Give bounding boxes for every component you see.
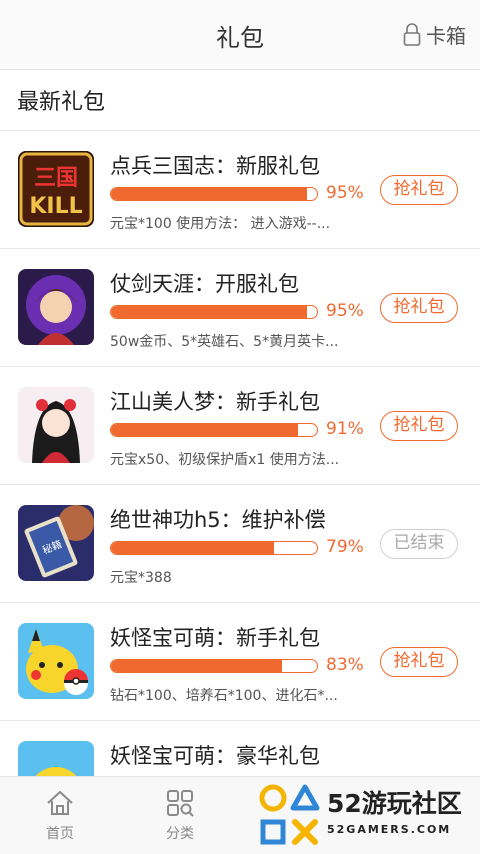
- progress-percent: 95%: [326, 183, 364, 203]
- gift-title: 妖怪宝可萌：新手礼包: [110, 626, 320, 650]
- progress-fill: [111, 188, 307, 200]
- progress-bar: [110, 423, 318, 437]
- progress-percent: 91%: [326, 419, 364, 439]
- watermark-subtext: 52GAMERS.COM: [327, 823, 452, 836]
- card-box-label: 卡箱: [426, 24, 466, 48]
- progress-fill: [111, 424, 299, 436]
- gift-description: 元宝x50、初级保护盾x1 使用方法...: [110, 452, 340, 468]
- progress-fill: [111, 660, 282, 672]
- svg-text:三国: 三国: [34, 166, 78, 191]
- category-icon: [167, 790, 194, 817]
- watermark-symbols-icon: [259, 784, 320, 845]
- gift-list-item[interactable]: 秘籍 绝世神功h5：维护补偿 79% 元宝*388 已结束: [0, 485, 480, 603]
- game-thumbnail: [18, 623, 94, 699]
- gift-list-item[interactable]: 妖怪宝可萌：新手礼包 83% 钻石*100、培养石*100、进化石*... 抢礼…: [0, 603, 480, 721]
- gift-description: 元宝*388: [110, 570, 172, 586]
- progress-bar: [110, 659, 318, 673]
- progress-percent: 83%: [326, 655, 364, 675]
- gift-title: 江山美人梦：新手礼包: [110, 390, 320, 414]
- progress-bar: [110, 187, 318, 201]
- game-thumbnail: 三国 KILL: [18, 151, 94, 227]
- grab-gift-button[interactable]: 抢礼包: [380, 647, 458, 677]
- grab-gift-button[interactable]: 抢礼包: [380, 175, 458, 205]
- gift-title: 妖怪宝可萌：豪华礼包: [110, 744, 320, 768]
- gift-list-item[interactable]: 三国 KILL 点兵三国志：新服礼包 95% 元宝*100 使用方法： 进入游戏…: [0, 131, 480, 249]
- gift-list-item[interactable]: 江山美人梦：新手礼包 91% 元宝x50、初级保护盾x1 使用方法... 抢礼包: [0, 367, 480, 485]
- progress-fill: [111, 306, 307, 318]
- game-thumbnail: [18, 387, 94, 463]
- gift-description: 50w金币、5*英雄石、5*黄月英卡...: [110, 334, 339, 350]
- watermark-text: 52游玩社区: [327, 789, 462, 818]
- section-title: 最新礼包: [17, 90, 106, 115]
- progress-percent: 95%: [326, 301, 364, 321]
- svg-text:KILL: KILL: [29, 194, 82, 219]
- progress-percent: 79%: [326, 537, 364, 557]
- game-thumbnail: 秘籍: [18, 505, 94, 581]
- tab-home-label: 首页: [46, 826, 74, 842]
- game-thumbnail: [18, 269, 94, 345]
- gift-list: 三国 KILL 点兵三国志：新服礼包 95% 元宝*100 使用方法： 进入游戏…: [0, 131, 480, 839]
- grab-gift-button[interactable]: 抢礼包: [380, 293, 458, 323]
- gift-description: 元宝*100 使用方法： 进入游戏--...: [110, 216, 331, 232]
- gift-title: 仗剑天涯：开服礼包: [110, 272, 299, 296]
- home-icon: [47, 790, 73, 815]
- tab-category-label: 分类: [166, 826, 194, 842]
- lock-icon: [403, 22, 421, 46]
- watermark-logo: 52游玩社区 52GAMERS.COM: [255, 778, 480, 853]
- ended-button[interactable]: 已结束: [380, 529, 458, 559]
- gift-description: 钻石*100、培养石*100、进化石*...: [110, 688, 338, 704]
- top-header: 礼包 卡箱: [0, 0, 480, 70]
- grab-gift-button[interactable]: 抢礼包: [380, 411, 458, 441]
- progress-fill: [111, 542, 274, 554]
- gift-list-item[interactable]: 仗剑天涯：开服礼包 95% 50w金币、5*英雄石、5*黄月英卡... 抢礼包: [0, 249, 480, 367]
- gift-title: 绝世神功h5：维护补偿: [110, 508, 326, 532]
- progress-bar: [110, 305, 318, 319]
- tab-home[interactable]: 首页: [30, 789, 90, 843]
- card-box-button[interactable]: 卡箱: [403, 20, 466, 49]
- tab-category[interactable]: 分类: [150, 789, 210, 843]
- gift-title: 点兵三国志：新服礼包: [110, 154, 320, 178]
- progress-bar: [110, 541, 318, 555]
